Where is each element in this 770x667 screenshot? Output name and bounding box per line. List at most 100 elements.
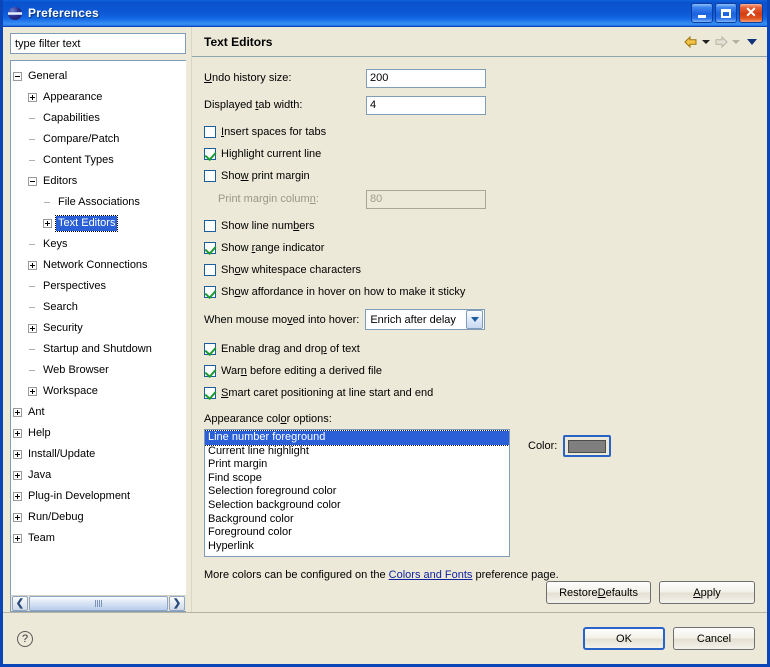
expand-plus-icon[interactable] [13,492,22,501]
scrollbar-track[interactable] [29,596,168,611]
scrollbar-thumb[interactable] [29,596,168,611]
help-icon[interactable]: ? [17,630,33,647]
show-affordance-checkbox-row[interactable]: Show affordance in hover on how to make … [204,281,755,302]
tree-item-label: Perspectives [43,280,106,292]
tree-item-editors[interactable]: Editors [11,171,186,192]
collapse-minus-icon[interactable] [28,177,37,186]
tree-item-web-browser[interactable]: Web Browser [11,360,186,381]
back-history-chevron-icon[interactable] [702,39,710,44]
tree-item-content-types[interactable]: Content Types [11,150,186,171]
tree-item-run-debug[interactable]: Run/Debug [11,507,186,528]
expand-plus-icon[interactable] [13,429,22,438]
expand-plus-icon[interactable] [13,471,22,480]
show-line-numbers-checkbox[interactable] [204,219,216,232]
color-option-item[interactable]: Background color [205,513,509,527]
maximize-button[interactable] [715,3,737,23]
tree-item-workspace[interactable]: Workspace [11,381,186,402]
show-line-numbers-checkbox-row[interactable]: Show line numbers [204,215,755,236]
hover-mode-combo[interactable]: Enrich after delay [365,309,486,330]
expand-plus-icon[interactable] [13,513,22,522]
scroll-left-button[interactable]: ❮ [12,596,28,611]
show-affordance-checkbox[interactable] [204,285,216,298]
filter-input[interactable] [10,33,186,54]
tree-item-label: Security [43,322,83,334]
warn-derived-file-checkbox-row[interactable]: Warn before editing a derived file [204,360,755,381]
scroll-right-button[interactable]: ❯ [169,596,185,611]
hover-mode-chevron-down-icon[interactable] [466,310,484,329]
color-option-item[interactable]: Foreground color [205,526,509,540]
color-option-item[interactable]: Find scope [205,472,509,486]
colors-and-fonts-link[interactable]: Colors and Fonts [389,569,473,581]
show-range-indicator-checkbox-row[interactable]: Show range indicator [204,237,755,258]
tab-width-input[interactable] [366,95,486,115]
tree-item-network-connections[interactable]: Network Connections [11,255,186,276]
tree-item-text-editors[interactable]: Text Editors [11,213,186,234]
insert-spaces-checkbox[interactable] [204,125,216,138]
expand-plus-icon[interactable] [13,408,22,417]
expand-plus-icon[interactable] [13,450,22,459]
enable-drag-drop-checkbox-row[interactable]: Enable drag and drop of text [204,338,755,359]
expand-plus-icon[interactable] [13,534,22,543]
color-options-area: Line number foreground Current line highl… [204,429,755,557]
apply-button[interactable]: Apply [659,581,755,604]
tree-item-ant[interactable]: Ant [11,402,186,423]
insert-spaces-checkbox-row[interactable]: Insert spaces for tabs [204,121,755,142]
page-menu-chevron-icon[interactable] [747,38,757,45]
show-print-margin-checkbox[interactable] [204,169,216,182]
tree-item-startup-and-shutdown[interactable]: Startup and Shutdown [11,339,186,360]
collapse-minus-icon[interactable] [13,72,22,81]
tree-item-label: General [28,70,68,82]
show-whitespace-checkbox[interactable] [204,263,216,276]
color-option-item[interactable]: Current line highlight [205,445,509,459]
expand-plus-icon[interactable] [28,324,37,333]
tree-item-label: Search [43,301,78,313]
tree-item-plug-in-development[interactable]: Plug-in Development [11,486,186,507]
color-option-item[interactable]: Print margin [205,458,509,472]
expand-plus-icon[interactable] [28,387,37,396]
show-range-indicator-checkbox[interactable] [204,241,216,254]
expand-plus-icon[interactable] [28,93,37,102]
highlight-current-line-checkbox[interactable] [204,147,216,160]
tree-item-perspectives[interactable]: Perspectives [11,276,186,297]
tree-line-icon [28,114,37,123]
tree-horizontal-scrollbar[interactable]: ❮ ❯ [10,595,186,612]
close-button[interactable]: ✕ [739,3,763,23]
tree-item-java[interactable]: Java [11,465,186,486]
expand-plus-icon[interactable] [43,219,52,228]
smart-caret-checkbox[interactable] [204,386,216,399]
enable-drag-drop-checkbox[interactable] [204,342,216,355]
ok-button[interactable]: OK [583,627,665,650]
warn-derived-file-checkbox[interactable] [204,364,216,377]
cancel-button[interactable]: Cancel [673,627,755,650]
undo-history-input[interactable] [366,68,486,88]
tree-item-search[interactable]: Search [11,297,186,318]
tree-item-help[interactable]: Help [11,423,186,444]
color-swatch-button[interactable] [563,435,612,457]
show-whitespace-checkbox-row[interactable]: Show whitespace characters [204,259,755,280]
preferences-tree[interactable]: General Appearance Capabilities Compare/Pat… [10,60,186,595]
tree-item-file-associations[interactable]: File Associations [11,192,186,213]
minimize-button[interactable] [691,3,713,23]
color-option-item[interactable]: Selection foreground color [205,485,509,499]
color-options-list[interactable]: Line number foreground Current line highl… [204,429,510,557]
tree-line-icon [28,345,37,354]
tree-item-keys[interactable]: Keys [11,234,186,255]
tree-item-appearance[interactable]: Appearance [11,87,186,108]
tree-item-install-update[interactable]: Install/Update [11,444,186,465]
tree-item-capabilities[interactable]: Capabilities [11,108,186,129]
tree-item-security[interactable]: Security [11,318,186,339]
expand-plus-icon[interactable] [28,261,37,270]
color-option-item[interactable]: Hyperlink [205,540,509,554]
show-print-margin-checkbox-row[interactable]: Show print margin [204,165,755,186]
highlight-current-line-checkbox-row[interactable]: Highlight current line [204,143,755,164]
color-option-item[interactable]: Line number foreground [205,430,509,446]
restore-defaults-button[interactable]: Restore Defaults [546,581,651,604]
undo-history-row: Undo history size: [204,67,755,89]
color-option-item[interactable]: Selection background color [205,499,509,513]
tree-item-team[interactable]: Team [11,528,186,549]
tree-item-compare-patch[interactable]: Compare/Patch [11,129,186,150]
smart-caret-checkbox-row[interactable]: Smart caret positioning at line start an… [204,382,755,403]
back-arrow-icon[interactable] [683,35,699,49]
tree-item-general[interactable]: General [11,66,186,87]
